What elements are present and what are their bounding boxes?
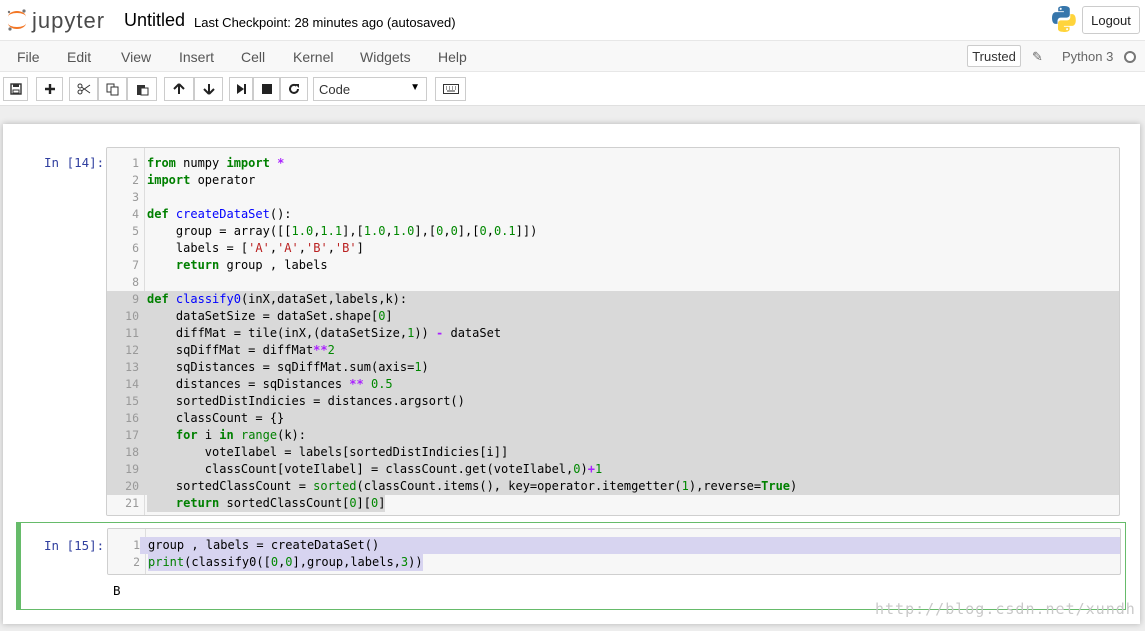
code-line: 4 def createDataSet():	[132, 207, 292, 221]
code-line: 17 for i in range(k):	[107, 427, 1119, 444]
menu-insert[interactable]: Insert	[179, 49, 214, 65]
arrow-down-icon	[202, 84, 215, 95]
interrupt-kernel-button[interactable]	[253, 77, 280, 101]
code-line: 10 dataSetSize = dataSet.shape[0]	[107, 308, 1119, 325]
code-line: 13 sqDistances = sqDiffMat.sum(axis=1)	[107, 359, 1119, 376]
kernel-name: Python 3	[1062, 49, 1114, 64]
cut-button[interactable]	[69, 77, 98, 101]
chevron-down-icon: ▼	[410, 82, 420, 93]
save-icon	[9, 83, 22, 95]
pencil-icon[interactable]: ✎	[1032, 49, 1043, 65]
command-palette-button[interactable]	[435, 77, 466, 101]
input-prompt: In [15]:	[44, 538, 105, 553]
code-line: 2 import operator	[132, 173, 256, 187]
menu-help[interactable]: Help	[438, 49, 467, 65]
menu-cell[interactable]: Cell	[241, 49, 265, 65]
paste-button[interactable]	[127, 77, 157, 101]
code-line: 8	[132, 275, 139, 289]
jupyter-logo-icon	[7, 9, 26, 31]
cut-icon	[77, 83, 90, 95]
arrow-up-icon	[173, 83, 185, 94]
step-forward-icon	[237, 84, 246, 94]
watermark: http://blog.csdn.net/xundh	[875, 600, 1136, 618]
insert-cell-button[interactable]	[36, 77, 63, 101]
move-up-button[interactable]	[164, 77, 194, 101]
code-editor[interactable]: 1 from numpy import * 2 import operator 3 …	[106, 147, 1120, 516]
python-logo-icon	[1052, 6, 1076, 32]
copy-icon	[106, 83, 119, 95]
checkpoint-status: Last Checkpoint: 28 minutes ago (autosav…	[194, 15, 456, 30]
toolbar: Code ▼	[0, 72, 1145, 106]
move-down-button[interactable]	[194, 77, 223, 101]
code-cell[interactable]: In [14]: 1 from numpy import * 2 import op…	[18, 142, 1123, 517]
restart-kernel-button[interactable]	[280, 77, 308, 101]
code-editor[interactable]: 1 group , labels = createDataSet() 2 print…	[107, 528, 1121, 575]
code-line: 9 def classify0(inX,dataSet,labels,k):	[107, 291, 1119, 308]
notebook-name[interactable]: Untitled	[124, 10, 185, 31]
code-line: 11 diffMat = tile(inX,(dataSetSize,1)) -…	[107, 325, 1119, 342]
code-line: 5 group = array([[1.0,1.1],[1.0,1.0],[0,…	[132, 224, 538, 238]
code-line: 14 distances = sqDistances ** 0.5	[107, 376, 1119, 393]
code-line: 1 from numpy import *	[132, 156, 285, 170]
logout-button[interactable]: Logout	[1082, 6, 1140, 34]
kernel-idle-icon	[1124, 51, 1136, 63]
run-cell-button[interactable]	[229, 77, 253, 101]
code-line: 21 return sortedClassCount[0][0]	[125, 495, 386, 512]
menu-widgets[interactable]: Widgets	[360, 49, 411, 65]
stop-icon	[261, 84, 272, 94]
code-line: 3	[132, 190, 139, 204]
trusted-indicator[interactable]: Trusted	[967, 45, 1021, 67]
code-line: 7 return group , labels	[132, 258, 328, 272]
menu-kernel[interactable]: Kernel	[293, 49, 333, 65]
menu-view[interactable]: View	[121, 49, 151, 65]
header: jupyter Untitled Last Checkpoint: 28 min…	[0, 0, 1145, 40]
notebook-page: In [14]: 1 from numpy import * 2 import op…	[3, 124, 1140, 624]
input-prompt: In [14]:	[44, 155, 105, 170]
code-line: 12 sqDiffMat = diffMat**2	[107, 342, 1119, 359]
cell-type-select[interactable]: Code ▼	[313, 77, 427, 101]
cell-output: B	[113, 583, 121, 598]
keyboard-icon	[442, 84, 459, 94]
logo-text: jupyter	[32, 8, 106, 33]
save-button[interactable]	[3, 77, 28, 101]
paste-icon	[136, 84, 148, 95]
code-line: 15 sortedDistIndicies = distances.argsor…	[107, 393, 1119, 410]
plus-icon	[44, 84, 55, 94]
code-line: 1 group , labels = createDataSet()	[108, 537, 1120, 554]
code-line: 6 labels = ['A','A','B','B']	[132, 241, 364, 255]
menu-edit[interactable]: Edit	[67, 49, 91, 65]
code-line: 20 sortedClassCount = sorted(classCount.…	[107, 478, 1119, 495]
code-line: 19 classCount[voteIlabel] = classCount.g…	[107, 461, 1119, 478]
menubar: File Edit View Insert Cell Kernel Widget…	[0, 40, 1145, 72]
refresh-icon	[289, 83, 299, 94]
menu-file[interactable]: File	[17, 49, 40, 65]
cell-type-value: Code	[319, 81, 351, 97]
code-line: 16 classCount = {}	[107, 410, 1119, 427]
code-line: 2 print(classify0([0,0],group,labels,3))	[133, 554, 423, 571]
copy-button[interactable]	[98, 77, 127, 101]
code-line: 18 voteIlabel = labels[sortedDistIndicie…	[107, 444, 1119, 461]
code-cell-selected[interactable]: In [15]: 1 group , labels = createDataSet…	[16, 522, 1126, 610]
jupyter-logo[interactable]: jupyter	[5, 5, 110, 35]
notebook-container: In [14]: 1 from numpy import * 2 import op…	[0, 106, 1145, 631]
